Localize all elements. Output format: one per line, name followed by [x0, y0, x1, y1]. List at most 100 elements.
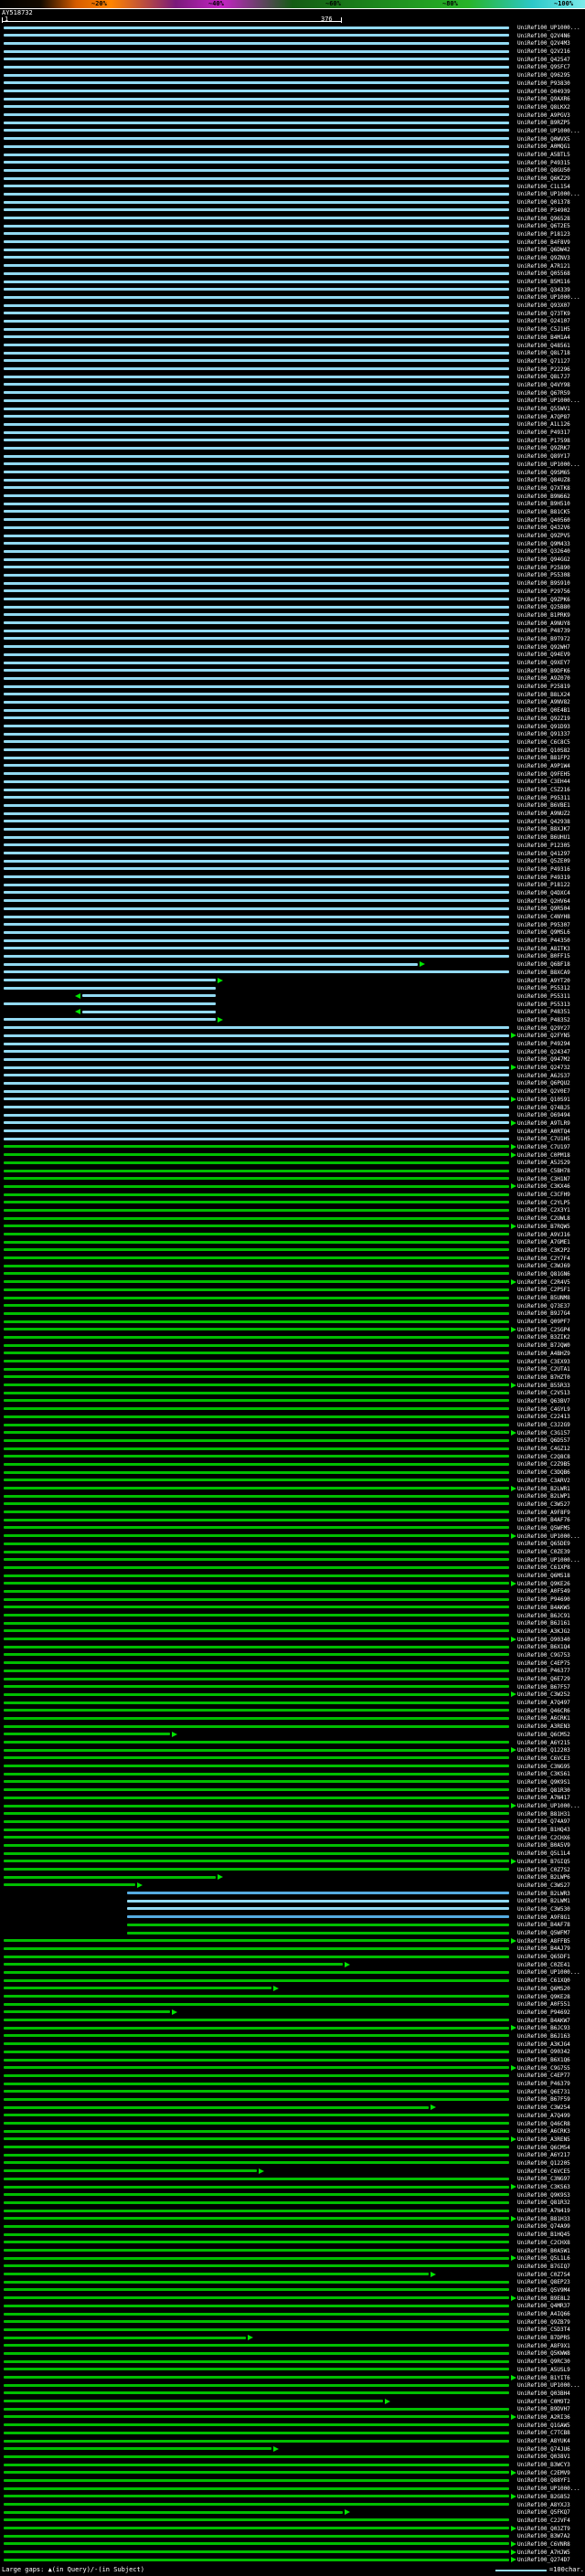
- hit-label[interactable]: UniRef100_P29756: [517, 588, 570, 595]
- hit-label[interactable]: UniRef100_C0PM18: [517, 1152, 570, 1159]
- hit-label[interactable]: UniRef100_C7U197: [517, 1144, 570, 1150]
- hit-label[interactable]: UniRef100_C1L154: [517, 184, 570, 190]
- hit-line[interactable]: [4, 1360, 509, 1362]
- hit-line[interactable]: [4, 1724, 509, 1728]
- hit-label[interactable]: UniRef100_Q6KZ29: [517, 175, 570, 182]
- hit-line[interactable]: [4, 383, 509, 387]
- hit-line[interactable]: [4, 899, 509, 903]
- hit-label[interactable]: UniRef100_C2CHX6: [517, 1835, 570, 1841]
- hit-line[interactable]: [4, 2082, 509, 2085]
- hit-line[interactable]: [4, 2066, 509, 2070]
- hit-line[interactable]: [4, 1518, 509, 1521]
- hit-line[interactable]: [4, 1860, 509, 1863]
- hit-line[interactable]: [4, 1470, 509, 1474]
- hit-label[interactable]: UniRef100_A8ITK3: [517, 946, 570, 952]
- hit-label[interactable]: UniRef100_O90342: [517, 2049, 570, 2055]
- hit-line[interactable]: [4, 240, 509, 244]
- hit-label[interactable]: UniRef100_Q74A97: [517, 1818, 570, 1825]
- hit-line[interactable]: [4, 1772, 509, 1776]
- hit-label[interactable]: UniRef100_B9RZP5: [517, 120, 570, 126]
- hit-label[interactable]: UniRef100_Q2HV64: [517, 898, 570, 905]
- hit-line[interactable]: [4, 2344, 509, 2348]
- hit-label[interactable]: UniRef100_C2CHX8: [517, 2240, 570, 2246]
- hit-label[interactable]: UniRef100_Q6PQU2: [517, 1080, 570, 1087]
- hit-label[interactable]: UniRef100_P49315: [517, 160, 570, 166]
- hit-line[interactable]: [4, 1692, 509, 1696]
- hit-line[interactable]: [4, 1574, 509, 1577]
- hit-line[interactable]: [4, 1415, 509, 1418]
- hit-line[interactable]: [4, 1042, 509, 1045]
- hit-label[interactable]: UniRef100_Q2V4M3: [517, 40, 570, 47]
- hit-label[interactable]: UniRef100_P48739: [517, 628, 570, 634]
- hit-line[interactable]: [4, 2042, 509, 2046]
- hit-label[interactable]: UniRef100_B4F8V9: [517, 239, 570, 246]
- hit-label[interactable]: UniRef100_A7R121: [517, 263, 570, 270]
- hit-label[interactable]: UniRef100_A5JS29: [517, 1160, 570, 1166]
- hit-line[interactable]: [4, 2296, 509, 2300]
- hit-line[interactable]: [4, 1709, 509, 1712]
- hit-line[interactable]: [4, 1629, 509, 1633]
- hit-label[interactable]: UniRef100_Q9MSL6: [517, 929, 570, 936]
- hit-label[interactable]: UniRef100_C3KX46: [517, 1183, 570, 1190]
- hit-line[interactable]: [4, 2463, 509, 2466]
- hit-label[interactable]: UniRef100_B3WCY3: [517, 2462, 570, 2468]
- hit-line[interactable]: [4, 970, 509, 974]
- hit-line[interactable]: [4, 803, 509, 807]
- hit-label[interactable]: UniRef100_Q2FYN5: [517, 1033, 570, 1039]
- hit-line[interactable]: [4, 2224, 509, 2228]
- hit-line[interactable]: [4, 1597, 509, 1601]
- hit-label[interactable]: UniRef100_A8YUK4: [517, 2438, 570, 2444]
- hit-label[interactable]: UniRef100_C3W527: [517, 1501, 570, 1508]
- hit-line[interactable]: [4, 2288, 509, 2292]
- hit-line[interactable]: [4, 1320, 509, 1323]
- hit-line[interactable]: [4, 58, 509, 61]
- hit-label[interactable]: UniRef100_C2X3Y1: [517, 1207, 570, 1214]
- hit-label[interactable]: UniRef100_UP1000...: [517, 461, 580, 468]
- hit-line[interactable]: [4, 1804, 509, 1807]
- hit-label[interactable]: UniRef100_Q9KE28: [517, 1994, 570, 2000]
- hit-label[interactable]: UniRef100_B9J7G4: [517, 1310, 570, 1317]
- hit-label[interactable]: UniRef100_B2LWR1: [517, 1486, 570, 1492]
- hit-label[interactable]: UniRef100_Q96295: [517, 72, 570, 79]
- hit-label[interactable]: UniRef100_Q5FKQ7: [517, 2509, 570, 2516]
- hit-line[interactable]: [4, 454, 509, 458]
- hit-label[interactable]: UniRef100_C3W252: [517, 1691, 570, 1698]
- hit-line[interactable]: [4, 2256, 509, 2260]
- hit-label[interactable]: UniRef100_A7N419: [517, 2208, 570, 2214]
- hit-line[interactable]: [4, 2209, 509, 2212]
- hit-label[interactable]: UniRef100_C3EX93: [517, 1359, 570, 1365]
- hit-line[interactable]: [4, 1002, 217, 1006]
- hit-line[interactable]: [4, 1423, 509, 1426]
- hit-line[interactable]: [4, 105, 509, 109]
- hit-label[interactable]: UniRef100_Q09PF7: [517, 1319, 570, 1325]
- hit-label[interactable]: UniRef100_P17598: [517, 438, 570, 444]
- hit-label[interactable]: UniRef100_Q03ZT9: [517, 2526, 570, 2532]
- hit-label[interactable]: UniRef100_C0Z7S4: [517, 2272, 570, 2278]
- hit-label[interactable]: UniRef100_Q67R59: [517, 390, 570, 397]
- hit-label[interactable]: UniRef100_Q10S82: [517, 747, 570, 754]
- hit-line[interactable]: [4, 1685, 509, 1689]
- hit-line[interactable]: [4, 827, 509, 831]
- hit-line[interactable]: [4, 2327, 509, 2331]
- hit-line[interactable]: [4, 1288, 509, 1291]
- hit-line[interactable]: [4, 153, 509, 156]
- hit-line[interactable]: [4, 1216, 509, 1220]
- hit-line[interactable]: [4, 1828, 509, 1831]
- hit-line[interactable]: [4, 1502, 509, 1506]
- hit-line[interactable]: [4, 2249, 509, 2252]
- hit-line[interactable]: [4, 2153, 509, 2157]
- hit-line[interactable]: [4, 867, 509, 871]
- hit-label[interactable]: UniRef100_Q6MS18: [517, 1573, 570, 1579]
- hit-label[interactable]: UniRef100_B5UNM8: [517, 1295, 570, 1301]
- hit-label[interactable]: UniRef100_Q0E4B1: [517, 707, 570, 714]
- hit-label[interactable]: UniRef100_A9F8F9: [517, 1510, 570, 1516]
- hit-line[interactable]: [4, 486, 509, 490]
- hit-line[interactable]: [4, 2026, 509, 2030]
- hit-label[interactable]: UniRef100_B6UHU1: [517, 834, 570, 841]
- hit-line[interactable]: [81, 994, 217, 998]
- hit-line[interactable]: [4, 137, 509, 141]
- hit-line[interactable]: [4, 494, 509, 498]
- hit-line[interactable]: [4, 613, 509, 617]
- hit-line[interactable]: [4, 2177, 509, 2180]
- hit-label[interactable]: UniRef100_UP1000...: [517, 294, 580, 301]
